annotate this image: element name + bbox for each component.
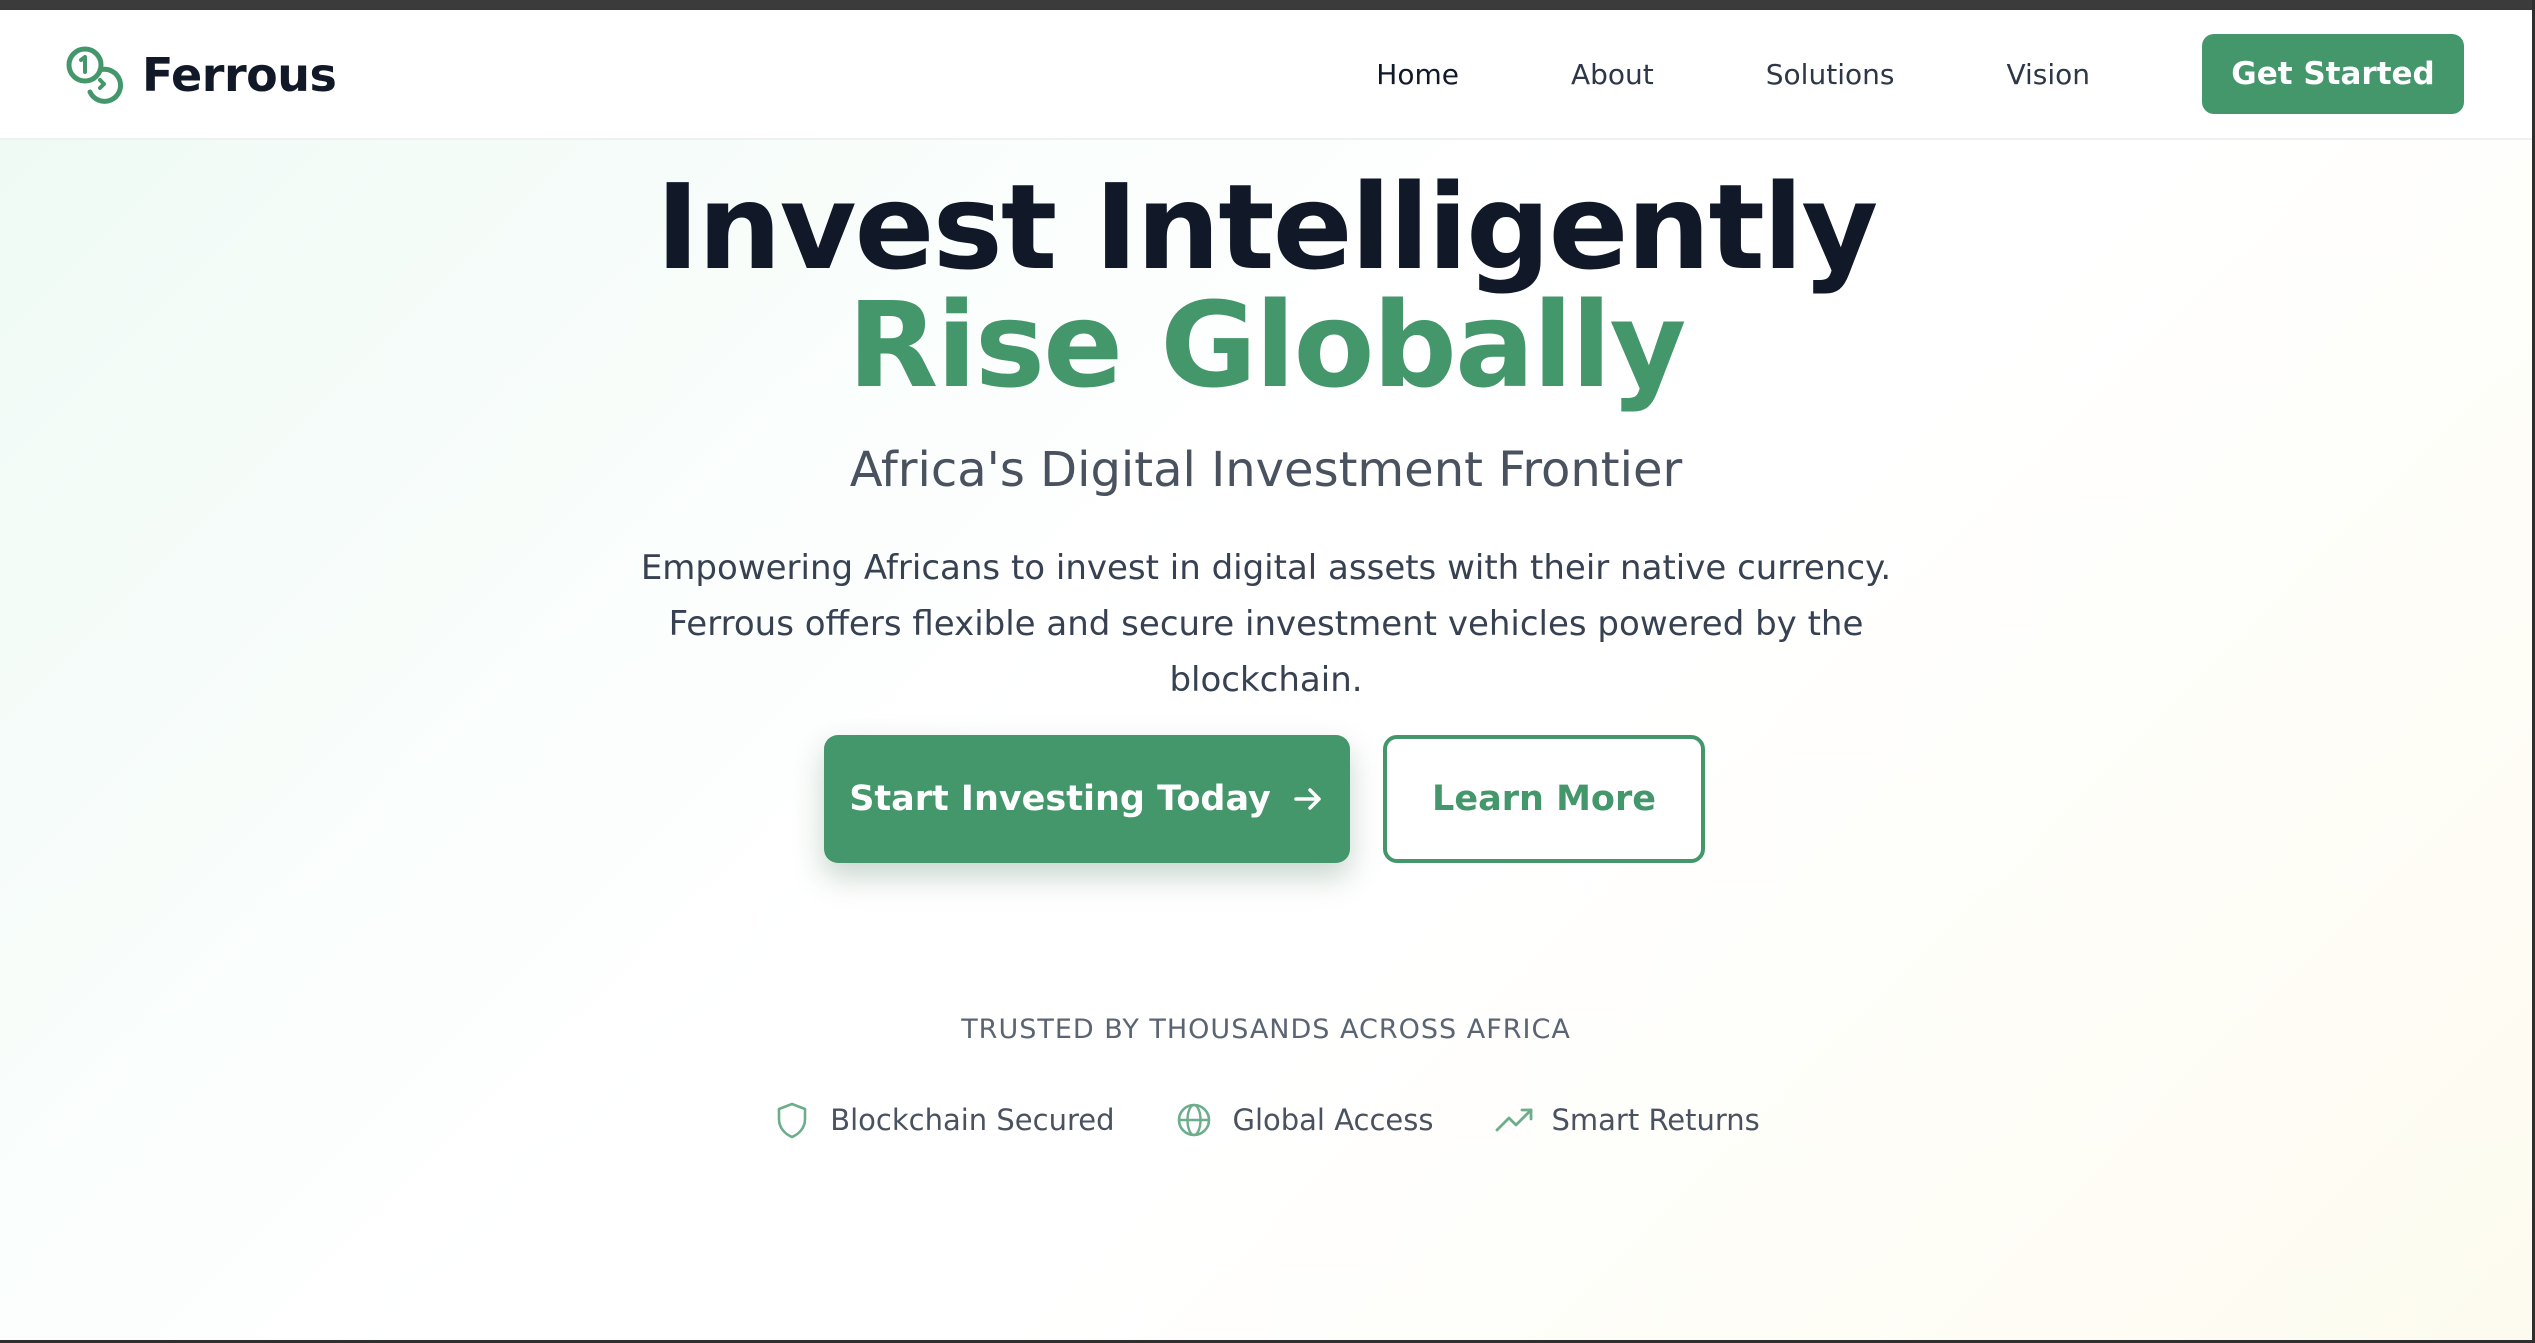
get-started-button[interactable]: Get Started bbox=[2202, 34, 2464, 114]
page: Ferrous Home About Solutions Vision Get … bbox=[0, 0, 2535, 1343]
nav-link-solutions[interactable]: Solutions bbox=[1766, 58, 1895, 91]
start-investing-label: Start Investing Today bbox=[849, 779, 1271, 819]
hero-subtitle: Africa's Digital Investment Frontier bbox=[849, 442, 1683, 498]
nav-link-about[interactable]: About bbox=[1571, 58, 1654, 91]
hero-description: Empowering Africans to invest in digital… bbox=[640, 548, 1892, 700]
coins-icon bbox=[66, 46, 124, 104]
feature-item-smart-returns: Smart Returns bbox=[1494, 1100, 1760, 1140]
headline-line-2: Rise Globally bbox=[847, 276, 1687, 414]
nav-link-home[interactable]: Home bbox=[1376, 58, 1459, 91]
trusted-heading: TRUSTED BY THOUSANDS ACROSS AFRICA bbox=[961, 1014, 1571, 1045]
nav-link-vision[interactable]: Vision bbox=[2006, 58, 2090, 91]
feature-label: Global Access bbox=[1232, 1103, 1434, 1137]
brand-logo[interactable]: Ferrous bbox=[64, 44, 337, 106]
headline-line-1: Invest Intelligently bbox=[655, 158, 1879, 296]
main-nav: Home About Solutions Vision Get Started bbox=[1376, 34, 2464, 114]
feature-list: Blockchain Secured Global Access Smart R… bbox=[0, 1100, 2532, 1140]
start-investing-button[interactable]: Start Investing Today bbox=[824, 735, 1350, 863]
trending-up-icon bbox=[1495, 1108, 1532, 1132]
window-top-bar bbox=[0, 0, 2535, 10]
feature-item-blockchain-secured: Blockchain Secured bbox=[772, 1100, 1114, 1140]
shield-icon bbox=[777, 1102, 807, 1139]
feature-item-global-access: Global Access bbox=[1174, 1100, 1434, 1140]
brand-name: Ferrous bbox=[142, 48, 337, 102]
arrow-right-icon bbox=[1294, 788, 1321, 810]
site-header: Ferrous Home About Solutions Vision Get … bbox=[0, 10, 2532, 140]
feature-label: Blockchain Secured bbox=[830, 1103, 1115, 1137]
feature-label: Smart Returns bbox=[1551, 1103, 1760, 1137]
globe-icon bbox=[1178, 1103, 1211, 1137]
learn-more-button[interactable]: Learn More bbox=[1383, 735, 1705, 863]
